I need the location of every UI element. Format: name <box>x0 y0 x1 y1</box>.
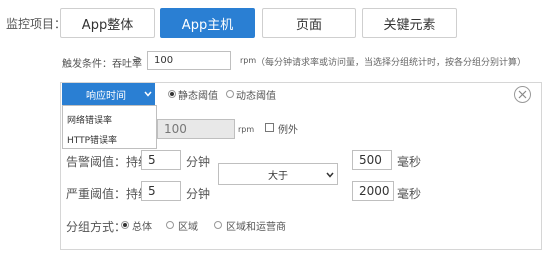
critical-duration-input[interactable]: 5 <box>141 181 181 201</box>
comparison-select[interactable]: 大于 <box>218 163 338 185</box>
exception-checkbox[interactable] <box>265 123 274 132</box>
metric-dropdown-button[interactable]: 响应时间 <box>62 83 155 105</box>
critical-duration-unit: 分钟 <box>186 187 211 201</box>
dynamic-threshold-radio[interactable] <box>226 90 234 98</box>
static-threshold-radio[interactable] <box>168 90 176 98</box>
warning-value-input[interactable]: 500 <box>352 150 392 170</box>
close-rule-button[interactable] <box>514 86 531 103</box>
trigger-operator: ≥ <box>133 54 142 65</box>
exception-label: 例外 <box>278 125 298 136</box>
menu-item-network-error[interactable]: 网络错误率 <box>67 113 112 126</box>
tab-app-host[interactable]: App主机 <box>160 8 255 38</box>
grouping-region-label: 区域 <box>178 222 198 233</box>
warning-label: 告警阈值：持续 <box>66 155 151 169</box>
trigger-hint: （每分钟请求率或访问量，当选择分组统计时，按各分组分别计算） <box>256 58 527 68</box>
chevron-down-icon <box>326 172 334 178</box>
chevron-down-icon <box>144 91 152 97</box>
dynamic-threshold-label: 动态阈值 <box>236 91 276 102</box>
close-icon <box>518 90 527 99</box>
throughput-unit: rpm <box>238 125 255 134</box>
grouping-overall-label: 总体 <box>132 222 152 233</box>
trigger-unit: rpm <box>240 56 257 65</box>
grouping-region-carrier-radio[interactable] <box>214 221 222 229</box>
menu-item-http-error[interactable]: HTTP错误率 <box>67 133 117 146</box>
critical-value-unit: 毫秒 <box>397 187 422 201</box>
critical-value-input[interactable]: 2000 <box>352 181 394 201</box>
tab-app-overall[interactable]: App整体 <box>60 8 155 38</box>
trigger-label: 触发条件：吞吐率 <box>62 59 142 70</box>
critical-label: 严重阈值：持续 <box>66 187 151 201</box>
warning-duration-input[interactable]: 5 <box>141 150 181 170</box>
static-threshold-label: 静态阈值 <box>178 91 218 102</box>
monitor-label: 监控项目： <box>6 17 67 31</box>
warning-duration-unit: 分钟 <box>186 155 211 169</box>
comparison-selected-value: 大于 <box>268 170 288 182</box>
grouping-overall-radio[interactable] <box>121 221 129 229</box>
warning-value-unit: 毫秒 <box>397 155 422 169</box>
trigger-throughput-input[interactable]: 100 <box>147 51 231 70</box>
grouping-region-radio[interactable] <box>166 221 174 229</box>
grouping-label: 分组方式： <box>66 220 127 234</box>
metric-dropdown-menu: 网络错误率 HTTP错误率 <box>62 105 157 149</box>
tab-page[interactable]: 页面 <box>262 8 356 38</box>
tab-key-element[interactable]: 关键元素 <box>362 8 457 38</box>
metric-dropdown-label: 响应时间 <box>86 90 126 102</box>
grouping-region-carrier-label: 区域和运营商 <box>226 222 286 233</box>
throughput-value-input[interactable]: 100 <box>157 119 235 139</box>
